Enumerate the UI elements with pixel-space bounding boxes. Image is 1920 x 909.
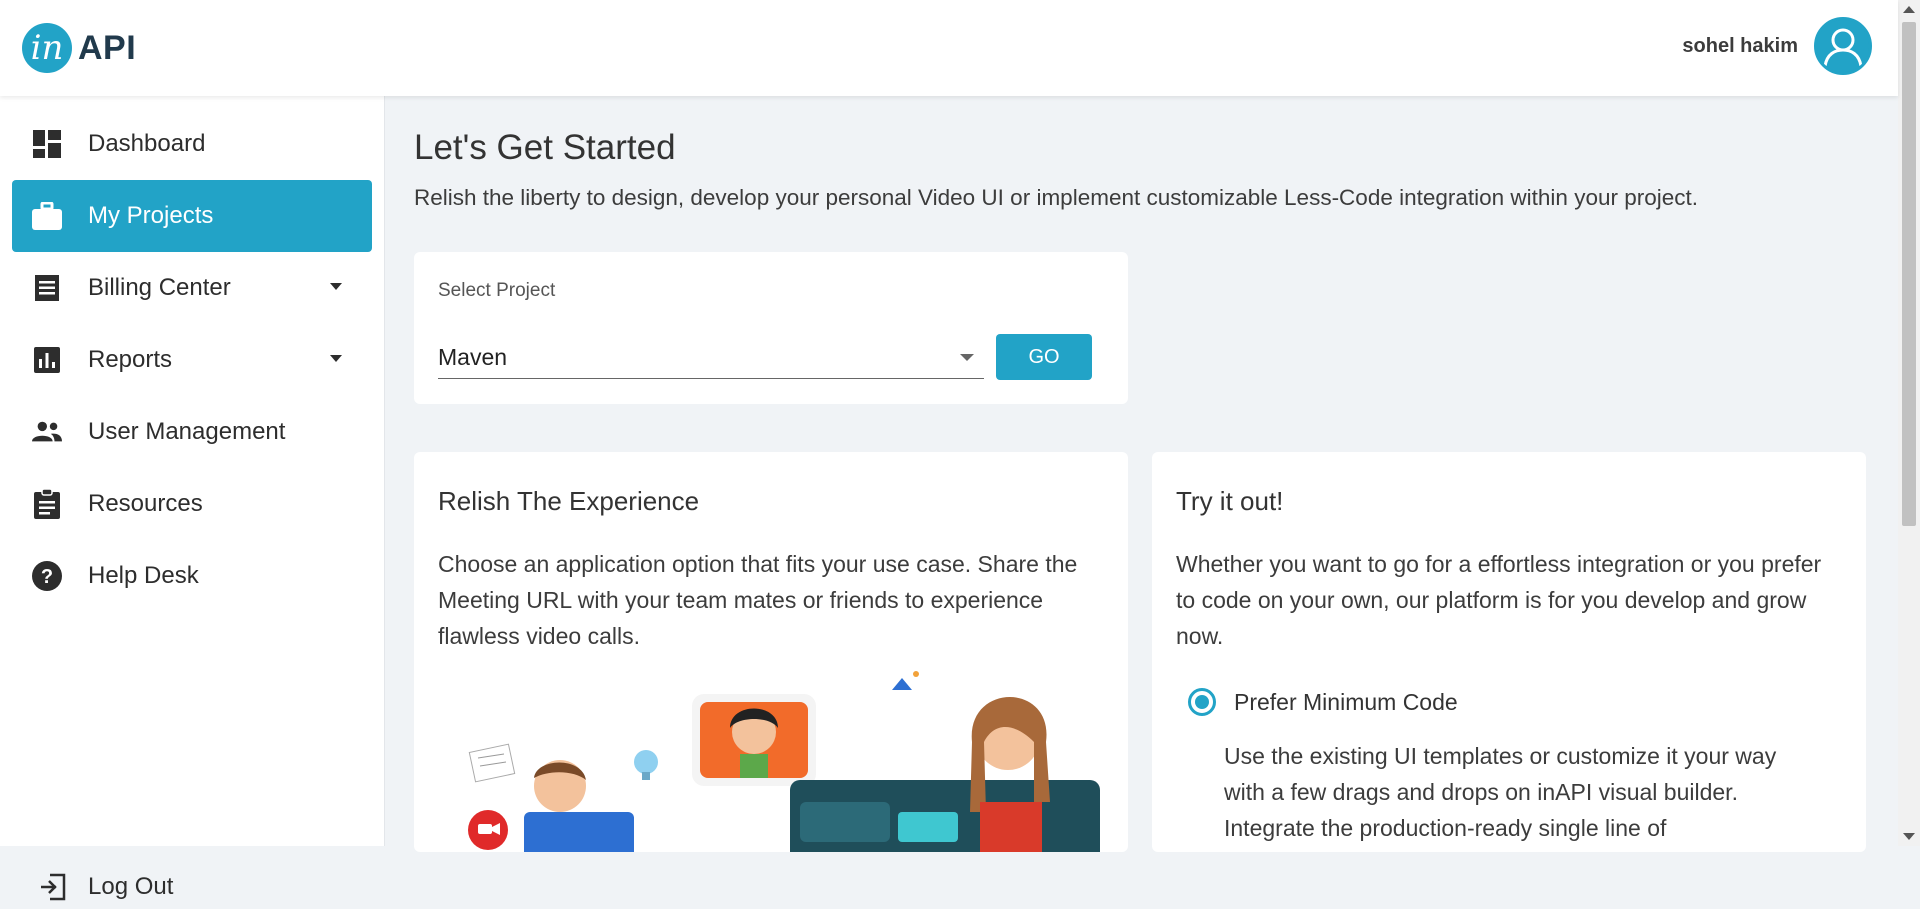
top-header: in API sohel hakim — [0, 0, 1898, 96]
page-scrollbar[interactable] — [1898, 0, 1920, 846]
receipt-icon — [32, 273, 62, 303]
dashboard-icon — [32, 129, 62, 159]
sidebar-item-reports[interactable]: Reports — [12, 324, 372, 396]
sidebar-item-resources[interactable]: Resources — [12, 468, 372, 540]
try-it-out-card: Try it out! Whether you want to go for a… — [1152, 452, 1866, 852]
sidebar-item-label: User Management — [88, 418, 286, 445]
chevron-down-icon[interactable] — [330, 355, 342, 362]
radio-button[interactable] — [1188, 688, 1216, 716]
project-select-value: Maven — [438, 344, 508, 370]
sidebar-item-label: Billing Center — [88, 274, 231, 301]
people-icon — [32, 417, 62, 447]
logout-button[interactable]: Log Out — [38, 872, 173, 902]
sidebar-item-my-projects[interactable]: My Projects — [12, 180, 372, 252]
scroll-thumb[interactable] — [1902, 22, 1916, 526]
select-project-label: Select Project — [438, 280, 556, 301]
logo-mark: in — [22, 23, 72, 73]
go-button[interactable]: GO — [996, 334, 1092, 380]
logout-icon — [38, 872, 68, 902]
briefcase-icon — [32, 201, 62, 231]
clipboard-icon — [32, 489, 62, 519]
page-subtitle: Relish the liberty to design, develop yo… — [414, 185, 1699, 210]
try-card-title: Try it out! — [1176, 486, 1284, 516]
experience-card: Relish The Experience Choose an applicat… — [414, 452, 1128, 852]
scroll-up-arrow-icon[interactable] — [1903, 6, 1915, 13]
experience-card-title: Relish The Experience — [438, 486, 700, 516]
logo-text: API — [78, 28, 137, 67]
prefer-minimum-code-option[interactable]: Prefer Minimum Code — [1188, 688, 1458, 716]
experience-card-text: Choose an application option that fits y… — [438, 551, 1078, 649]
chevron-down-icon[interactable] — [960, 354, 974, 361]
sidebar-item-billing-center[interactable]: Billing Center — [12, 252, 372, 324]
user-name: sohel hakim — [1682, 34, 1798, 57]
select-project-card: Select Project Maven GO — [414, 252, 1128, 404]
sidebar-item-label: Help Desk — [88, 562, 199, 589]
try-card-text: Whether you want to go for a effortless … — [1176, 551, 1822, 649]
project-select[interactable]: Maven — [438, 336, 984, 379]
radio-label: Prefer Minimum Code — [1234, 688, 1458, 715]
sidebar-item-dashboard[interactable]: Dashboard — [12, 108, 372, 180]
sidebar-item-label: My Projects — [88, 202, 214, 229]
sidebar-item-user-management[interactable]: User Management — [12, 396, 372, 468]
app-logo[interactable]: in API — [22, 22, 136, 74]
page-title: Let's Get Started — [414, 128, 676, 167]
avatar[interactable] — [1814, 17, 1872, 75]
user-avatar-icon — [1817, 20, 1869, 72]
radio-selected-indicator — [1195, 695, 1209, 709]
user-menu[interactable]: sohel hakim — [1682, 17, 1872, 75]
main-content: Let's Get Started Relish the liberty to … — [384, 96, 1898, 852]
svg-text:?: ? — [41, 566, 53, 588]
scroll-down-arrow-icon[interactable] — [1903, 833, 1915, 840]
chevron-down-icon[interactable] — [330, 283, 342, 290]
sidebar-item-label: Resources — [88, 490, 203, 517]
video-call-illustration — [468, 671, 1100, 852]
help-icon: ? — [32, 561, 62, 591]
sidebar-item-label: Dashboard — [88, 130, 206, 157]
sidebar: Dashboard My Projects Billing Center Rep… — [0, 96, 385, 901]
sidebar-item-label: Reports — [88, 346, 173, 373]
sidebar-item-help-desk[interactable]: ? Help Desk — [12, 540, 372, 612]
option-description: Use the existing UI templates or customi… — [1224, 743, 1777, 841]
bar-chart-icon — [32, 345, 62, 375]
logout-label: Log Out — [88, 873, 174, 900]
